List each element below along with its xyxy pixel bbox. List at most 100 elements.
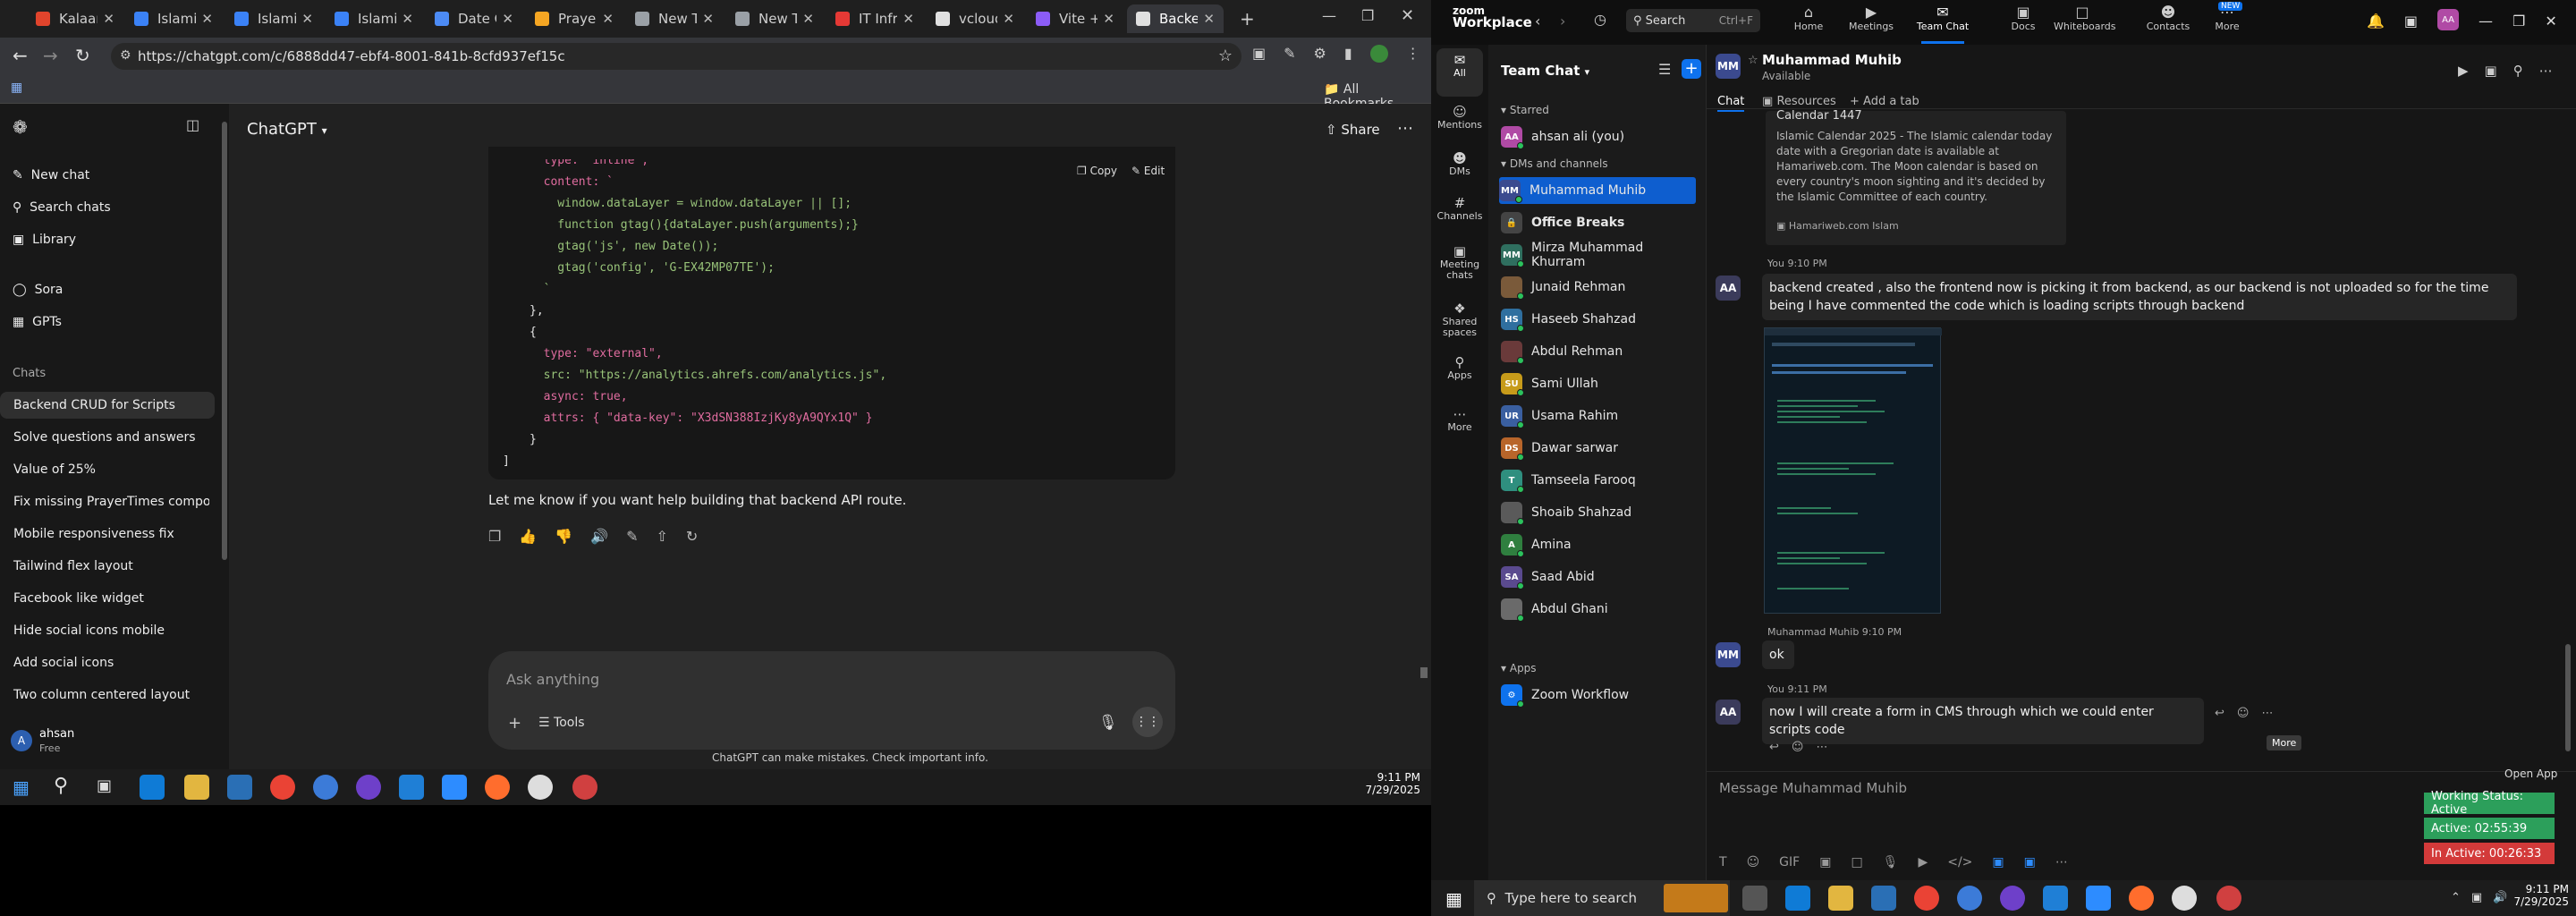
chat-history-item[interactable]: Facebook like widget <box>13 585 209 612</box>
contact-item[interactable]: SU Sami Ullah <box>1501 370 1698 397</box>
tab-chat[interactable]: Chat <box>1717 95 1745 112</box>
browser-tab[interactable]: Islamic✕ <box>225 4 322 33</box>
rail-meeting-chats[interactable]: ▣ Meeting chats <box>1431 243 1488 281</box>
microphone-icon[interactable]: 🎙 <box>1098 714 1118 732</box>
tab-close-icon[interactable]: ✕ <box>1003 11 1014 27</box>
reply-icon[interactable]: ↩ <box>2215 707 2224 720</box>
copy-icon[interactable]: ❐ <box>488 528 501 545</box>
browser-tab[interactable]: Islamic✕ <box>326 4 422 33</box>
browser-tab[interactable]: Date C ✕ <box>426 4 522 33</box>
app-icon-blue[interactable] <box>313 775 338 800</box>
tab-close-icon[interactable]: ✕ <box>602 11 614 27</box>
contact-item[interactable]: Junaid Rehman <box>1501 274 1698 301</box>
user-avatar[interactable]: A <box>11 730 32 751</box>
apps-grid-icon[interactable]: ▦ <box>11 81 22 95</box>
contact-item[interactable]: A Amina <box>1501 531 1698 558</box>
calendar-icon[interactable]: ▣ <box>2404 13 2418 30</box>
back-icon[interactable]: ‹ <box>1535 13 1540 30</box>
filter-icon[interactable]: ☰ <box>1658 61 1671 78</box>
share-message-icon[interactable]: ⇧ <box>657 528 668 545</box>
tab-close-icon[interactable]: ✕ <box>1203 11 1215 27</box>
file-explorer-icon[interactable] <box>1828 886 1853 911</box>
image-attachment[interactable] <box>1764 327 1942 614</box>
edge-icon[interactable] <box>1785 886 1810 911</box>
profile-avatar[interactable] <box>1369 45 1388 63</box>
browser-tab[interactable]: Backen✕ <box>1127 4 1224 33</box>
store-icon[interactable] <box>1871 886 1896 911</box>
app-icon-blue[interactable] <box>1957 886 1982 911</box>
browser-tab[interactable]: vcloud ✕ <box>927 4 1023 33</box>
postman-icon[interactable] <box>2129 886 2154 911</box>
rail-shared-spaces[interactable]: ❖ Shared spaces <box>1431 301 1488 338</box>
read-aloud-icon[interactable]: 🔊 <box>590 528 608 545</box>
tab-close-icon[interactable]: ✕ <box>301 11 313 27</box>
thumbs-up-icon[interactable]: 👍 <box>519 528 537 545</box>
contact-item[interactable]: MM Muhammad Muhib <box>1499 177 1696 204</box>
store-icon[interactable] <box>227 775 252 800</box>
puzzle-icon[interactable]: ⚙ <box>1314 45 1326 63</box>
browser-tab[interactable]: Prayer ✕ <box>526 4 623 33</box>
sidebar-scrollbar[interactable] <box>222 122 227 560</box>
zoom-search-box[interactable]: ⚲ Search Ctrl+F <box>1626 9 1760 32</box>
attach-plus-icon[interactable]: + <box>508 714 521 733</box>
chat-history-item[interactable]: Fix missing PrayerTimes compon... <box>13 488 209 515</box>
model-selector[interactable]: ChatGPT ▾ <box>247 120 327 139</box>
zoom-nav-team-chat[interactable]: ✉ Team Chat <box>1914 4 1971 32</box>
app-icon-red[interactable] <box>2216 886 2241 911</box>
contact-item[interactable]: UR Usama Rahim <box>1501 403 1698 429</box>
dms-header[interactable]: ▾ DMs and channels <box>1501 157 1608 170</box>
tab-close-icon[interactable]: ✕ <box>902 11 914 27</box>
share-button[interactable]: ⇧ Share <box>1326 122 1380 138</box>
rail-dms[interactable]: ☻ DMs <box>1431 150 1488 177</box>
vscode-icon[interactable] <box>2043 886 2068 911</box>
gif-icon[interactable]: GIF <box>1779 855 1800 869</box>
github-icon[interactable] <box>356 775 381 800</box>
thumbs-down-icon[interactable]: 👎 <box>555 528 572 545</box>
bookmark-star-icon[interactable]: ☆ <box>1218 47 1233 65</box>
site-info-icon[interactable]: ⚙ <box>120 48 131 63</box>
forward-icon[interactable]: → <box>43 45 58 66</box>
reply-thread-icon[interactable]: ↩ <box>1769 741 1779 754</box>
chat-history-item[interactable]: Add social icons <box>13 649 209 676</box>
edge-icon[interactable] <box>140 775 165 800</box>
tab-close-icon[interactable]: ✕ <box>201 11 213 27</box>
rail-all[interactable]: ✉ All <box>1431 52 1488 79</box>
chat-header-name[interactable]: Muhammad Muhib <box>1762 52 1902 68</box>
task-view-icon[interactable]: ▣ <box>97 776 112 795</box>
star-icon[interactable]: ☆ <box>1748 54 1758 67</box>
openai-logo-icon[interactable]: ❁ <box>13 116 28 138</box>
contact-item[interactable]: Abdul Rehman <box>1501 338 1698 365</box>
zoom-nav-contacts[interactable]: ☻ Contacts <box>2140 4 2197 32</box>
file-explorer-icon[interactable] <box>184 775 209 800</box>
screenshot-icon[interactable]: □ <box>1851 855 1862 869</box>
message-input[interactable]: Ask anything <box>506 671 599 688</box>
open-app-link[interactable]: Open App <box>2504 768 2557 780</box>
network-icon[interactable]: ▣ <box>2471 891 2482 904</box>
more-icon[interactable]: ⋯ <box>2539 63 2553 79</box>
github-icon[interactable] <box>2000 886 2025 911</box>
zoom-nav-docs[interactable]: ▣ Docs <box>1995 4 2052 32</box>
library-button[interactable]: ▣ Library <box>13 233 76 247</box>
postman-icon[interactable] <box>485 775 510 800</box>
browser-tab[interactable]: New Ta✕ <box>726 4 823 33</box>
apps-header[interactable]: ▾ Apps <box>1501 662 1537 674</box>
windows-start-icon[interactable]: ▦ <box>1445 888 1462 910</box>
chat-history-item[interactable]: Value of 25% <box>13 456 209 483</box>
add-tab-button[interactable]: + Add a tab <box>1850 95 1919 108</box>
sidepanel-icon[interactable]: ▮ <box>1344 45 1352 63</box>
rail-more[interactable]: ⋯ More <box>1431 406 1488 433</box>
browser-tab[interactable]: Islamic✕ <box>125 4 222 33</box>
contact-item[interactable]: DS Dawar sarwar <box>1501 435 1698 462</box>
taskbar-search-icon[interactable]: ⚲ <box>54 775 68 797</box>
pen-icon[interactable]: ✎ <box>1284 45 1295 63</box>
close-window-icon[interactable]: ✕ <box>1401 6 1414 25</box>
file-icon[interactable]: ▣ <box>1819 855 1831 869</box>
chat-history-item[interactable]: Solve questions and answers <box>13 424 209 451</box>
zoom-taskbar-icon[interactable] <box>2086 886 2111 911</box>
browser-tab[interactable]: Kalaam ✕ <box>27 4 123 33</box>
zoom-workflow-item[interactable]: ⚙ Zoom Workflow <box>1501 682 1698 708</box>
thread-more-icon[interactable]: ⋯ <box>1816 741 1827 754</box>
tab-close-icon[interactable]: ✕ <box>802 11 814 27</box>
zoom-nav-meetings[interactable]: ▶ Meetings <box>1843 4 1900 32</box>
voice-mode-button[interactable]: ⋮⋮ <box>1132 707 1163 737</box>
